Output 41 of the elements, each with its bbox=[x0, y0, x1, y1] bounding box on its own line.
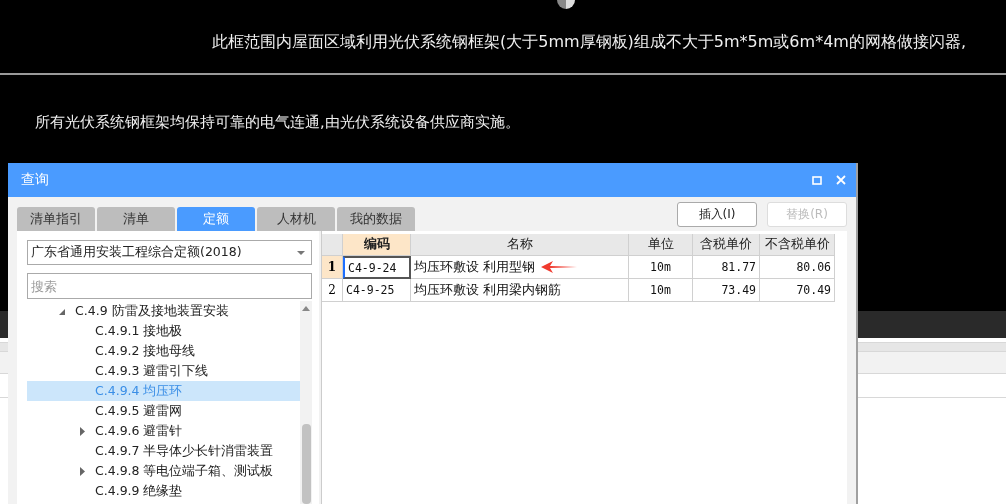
tree-item[interactable]: C.4.9.1 接地极 bbox=[27, 321, 300, 341]
tree-item[interactable]: C.4.9.2 接地母线 bbox=[27, 341, 300, 361]
tree-item[interactable]: C.4.9.8 等电位端子箱、测试板 bbox=[27, 461, 300, 481]
dropdown-icon bbox=[297, 250, 305, 255]
table-cell: 73.49 bbox=[693, 279, 760, 302]
column-header[interactable]: 编码 bbox=[343, 234, 411, 256]
tree-item[interactable]: C.4.9 防雷及接地装置安装 bbox=[27, 301, 300, 321]
insert-button[interactable]: 插入(I) bbox=[677, 202, 757, 227]
drawing-note: 此框范围内屋面区域利用光伏系统钢框架(大于5mm厚钢板)组成不大于5m*5m或6m*4m的网格做接闪器, bbox=[212, 32, 966, 53]
table-cell: 10m bbox=[629, 256, 693, 279]
column-header[interactable]: 含税单价 bbox=[693, 234, 760, 256]
restore-icon[interactable] bbox=[812, 175, 822, 185]
tree-item[interactable]: C.4.9.7 半导体少长针消雷装置 bbox=[27, 441, 300, 461]
search-field[interactable]: 搜索 bbox=[27, 273, 312, 299]
tab[interactable]: 清单指引 bbox=[17, 207, 95, 231]
circle-symbol bbox=[556, 0, 576, 10]
table-cell: 均压环敷设 利用型钢 bbox=[411, 256, 629, 279]
close-icon[interactable] bbox=[836, 175, 846, 185]
tree-item[interactable]: C.4.9.5 避雷网 bbox=[27, 401, 300, 421]
tab[interactable]: 人材机 bbox=[257, 207, 335, 231]
table-cell: 80.06 bbox=[760, 256, 835, 279]
column-header[interactable]: 不含税单价 bbox=[760, 234, 835, 256]
tree-item[interactable]: C.4.9.9 绝缘垫 bbox=[27, 481, 300, 501]
column-header[interactable]: 名称 bbox=[411, 234, 629, 256]
table-cell: C4-9-25 bbox=[343, 279, 411, 302]
table-cell: 81.77 bbox=[693, 256, 760, 279]
library-select[interactable]: 广东省通用安装工程综合定额(2018) bbox=[27, 240, 312, 265]
row-number[interactable]: 1 bbox=[322, 256, 343, 279]
table-cell: C4-9-24 bbox=[343, 256, 411, 279]
tab[interactable]: 我的数据 bbox=[337, 207, 415, 231]
dialog-title: 查询 bbox=[21, 171, 50, 189]
row-number[interactable]: 2 bbox=[322, 279, 343, 302]
tree-item[interactable]: C.4.9.6 避雷针 bbox=[27, 421, 300, 441]
table-cell: 70.49 bbox=[760, 279, 835, 302]
tree-item[interactable]: C.4.9.3 避雷引下线 bbox=[27, 361, 300, 381]
drawing-note: 所有光伏系统钢框架均保持可靠的电气连通,由光伏系统设备供应商实施。 bbox=[35, 112, 520, 132]
tab[interactable]: 清单 bbox=[97, 207, 175, 231]
table-cell: 10m bbox=[629, 279, 693, 302]
scrollbar[interactable] bbox=[300, 301, 312, 504]
column-header[interactable]: 单位 bbox=[629, 234, 693, 256]
table-cell: 均压环敷设 利用梁内钢筋 bbox=[411, 279, 629, 302]
